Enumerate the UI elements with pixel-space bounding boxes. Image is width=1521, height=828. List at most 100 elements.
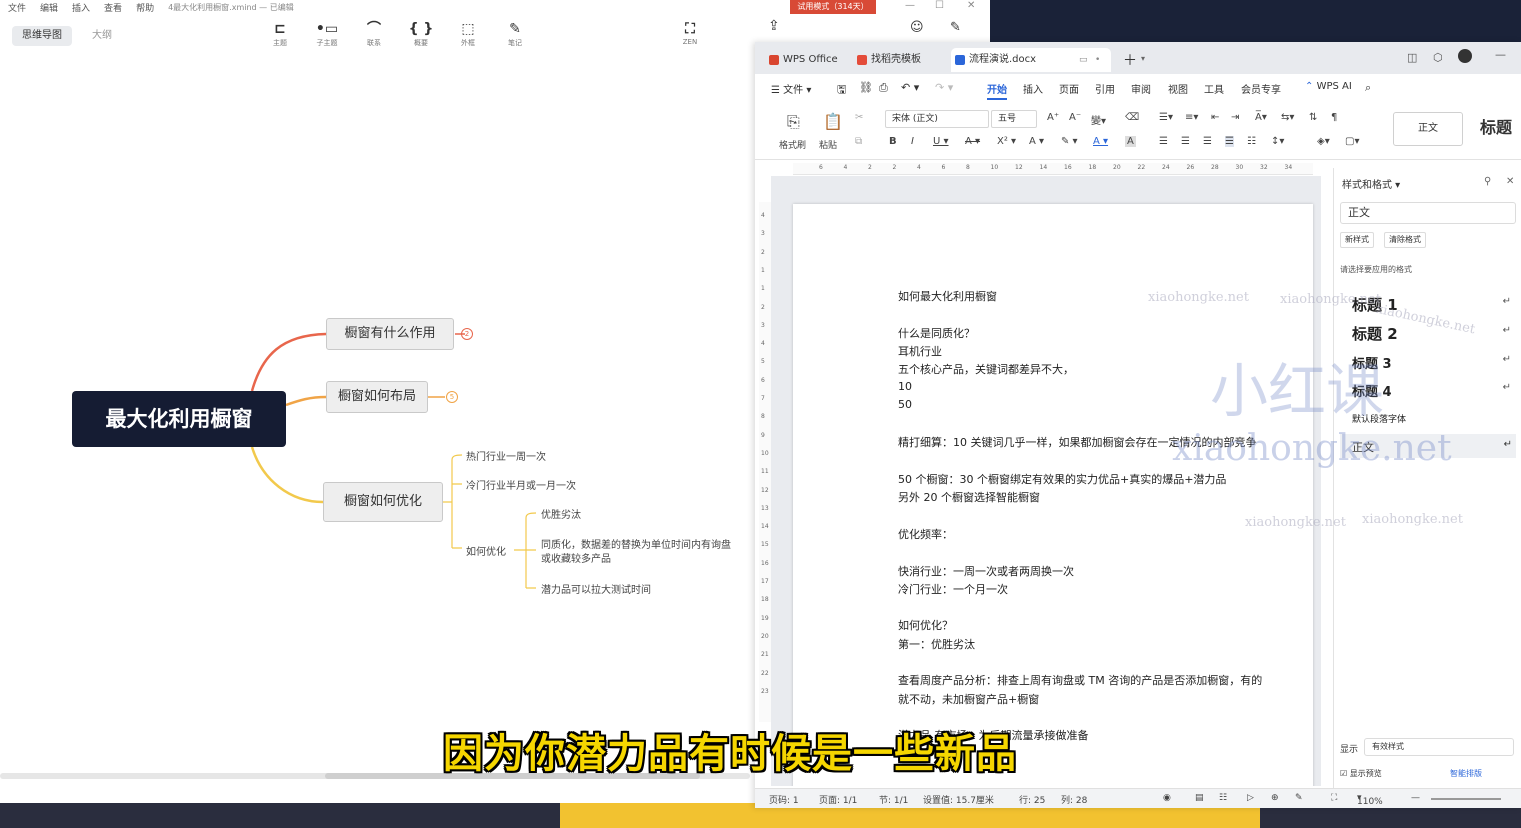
play-icon[interactable]: ▷ [1247, 793, 1254, 803]
status-section[interactable]: 节: 1/1 [879, 793, 908, 806]
document-line[interactable]: 10 [898, 380, 912, 393]
paste-button[interactable]: 粘贴 [819, 138, 837, 151]
topic-window-optimize[interactable]: 橱窗如何优化 [323, 482, 443, 522]
font-shrink-icon[interactable]: A⁻ [1069, 112, 1081, 123]
eye-icon[interactable]: ◉ [1163, 793, 1171, 803]
topic-window-layout[interactable]: 橱窗如何布局 [326, 381, 428, 413]
chevron-down-icon[interactable]: ▾ [1141, 54, 1145, 63]
underline-icon[interactable]: U ▾ [933, 136, 949, 147]
maximize-icon[interactable]: ☐ [935, 0, 944, 11]
menu-insert[interactable]: 插入 [1023, 81, 1043, 96]
document-line[interactable]: 什么是同质化？ [898, 325, 975, 341]
font-color-icon[interactable]: A ▾ [1093, 136, 1108, 147]
subtopic-hot[interactable]: 热门行业一周一次 [466, 448, 546, 463]
highlight-icon[interactable]: ✎ ▾ [1061, 136, 1078, 147]
pin-icon[interactable]: ✎ [950, 20, 961, 35]
page-view-icon[interactable]: ▤ [1195, 793, 1204, 803]
menu-member[interactable]: 会员专享 [1241, 81, 1281, 96]
menu-reference[interactable]: 引用 [1095, 81, 1115, 96]
document-line[interactable]: 如何优化？ [898, 617, 953, 633]
document-line[interactable]: 50 个橱窗：30 个橱窗绑定有效果的实力优品+真实的爆品+潜力品 [898, 471, 1226, 487]
tab-close-dot-icon[interactable]: • [1095, 48, 1100, 72]
document-line[interactable]: 查看周度产品分析：排查上周有询盘或 TM 咨询的产品是否添加橱窗，有的 [898, 672, 1262, 688]
copy-icon[interactable]: ⧉ [855, 136, 862, 147]
subtopic-leaf-replace-cont[interactable]: 或收藏较多产品 [541, 550, 611, 565]
styles-panel-title[interactable]: 样式和格式 ▾ [1342, 176, 1400, 191]
horizontal-ruler[interactable]: 6 4 2 2 4 6 8 10 12 14 16 18 20 22 24 26 28 30 32 34 [793, 163, 1313, 175]
indent-icon[interactable]: ⇥ [1231, 112, 1239, 123]
share-icon[interactable]: ⇪ [768, 18, 780, 34]
document-area[interactable]: 如何最大化利用橱窗 什么是同质化？ 耳机行业 五个核心产品，关键词都差异不大， 10 50… [771, 176, 1321, 786]
font-grow-icon[interactable]: A⁺ [1047, 112, 1059, 123]
menu-view[interactable]: 视图 [1168, 81, 1188, 96]
zoom-slider[interactable] [1431, 798, 1501, 800]
layout-icon[interactable]: ◫ [1407, 51, 1417, 64]
status-col[interactable]: 列: 28 [1061, 793, 1087, 806]
pen-icon[interactable]: ✎ [1295, 793, 1303, 803]
menu-home[interactable]: 开始 [987, 81, 1007, 100]
menu-review[interactable]: 审阅 [1131, 81, 1151, 96]
document-line[interactable]: 第一：优胜劣汰 [898, 636, 975, 652]
format-painter-icon[interactable]: ⎘ [787, 112, 800, 132]
format-painter-button[interactable]: 格式刷 [779, 138, 806, 151]
border-icon[interactable]: ▢▾ [1345, 136, 1359, 147]
document-line[interactable]: 快消行业：一周一次或者两周换一次 [898, 563, 1074, 579]
trial-badge[interactable]: 试用模式（314天） [790, 0, 876, 14]
central-topic[interactable]: 最大化利用橱窗 [72, 391, 286, 447]
tab-document[interactable]: 流程演说.docx ▭ • [951, 48, 1111, 72]
new-style-button[interactable]: 新样式 [1340, 232, 1374, 248]
outline-view-icon[interactable]: ☷ [1219, 793, 1227, 803]
cube-icon[interactable]: ⬡ [1433, 51, 1443, 64]
style-heading-2[interactable]: 标题 2 [1352, 323, 1398, 344]
tab-template[interactable]: 找稻壳模板 [853, 48, 921, 72]
mindmap-canvas[interactable]: 最大化利用橱窗 橱窗有什么作用 2 橱窗如何布局 5 橱窗如何优化 热门行业一周… [0, 0, 760, 779]
redo-icon[interactable]: ↷ ▾ [935, 81, 953, 94]
superscript-icon[interactable]: X² ▾ [997, 136, 1016, 147]
justify-icon[interactable]: ☰ [1225, 136, 1234, 147]
status-setting[interactable]: 设置值: 15.7厘米 [923, 793, 994, 806]
text-direction-icon[interactable]: ⇆▾ [1281, 112, 1294, 123]
align-left-icon[interactable]: ☰ [1159, 136, 1168, 147]
bullet-list-icon[interactable]: ☰▾ [1159, 112, 1173, 123]
topic-window-function[interactable]: 橱窗有什么作用 [326, 318, 454, 350]
clear-format-button[interactable]: 清除格式 [1384, 232, 1426, 248]
style-normal-button[interactable]: 正文 [1393, 112, 1463, 146]
subtopic-cold[interactable]: 冷门行业半月或一月一次 [466, 477, 576, 492]
vertical-ruler[interactable]: 4 3 2 1 1 2 3 4 5 6 7 8 9 10 11 12 13 14 15 16 17 18 19 20 21 22 2… [759, 202, 771, 722]
align-right-icon[interactable]: ☰ [1203, 136, 1212, 147]
sort-icon[interactable]: ⇅ [1309, 112, 1317, 123]
numbered-list-icon[interactable]: ≡▾ [1185, 112, 1198, 123]
pinyin-icon[interactable]: 變▾ [1091, 112, 1106, 127]
preview-checkbox[interactable]: ☑ 显示预览 [1340, 768, 1382, 779]
document-line[interactable]: 50 [898, 398, 912, 411]
subtopic-leaf-survival[interactable]: 优胜劣汰 [541, 506, 581, 521]
text-effect-icon[interactable]: A ▾ [1029, 136, 1044, 147]
monitor-icon[interactable]: ▭ [1079, 48, 1088, 72]
search-icon[interactable]: ⌕ [1365, 81, 1371, 95]
smart-layout-link[interactable]: 智能排版 [1450, 768, 1482, 779]
style-heading-button[interactable]: 标题 [1471, 112, 1521, 146]
tab-wps-office[interactable]: WPS Office [765, 48, 838, 72]
minimize-icon[interactable]: — [1495, 48, 1506, 61]
topic-count-badge[interactable]: 2 [461, 328, 473, 340]
italic-icon[interactable]: I [911, 136, 914, 147]
chinese-layout-icon[interactable]: A̅▾ [1255, 112, 1267, 123]
document-line[interactable]: 耳机行业 [898, 343, 942, 359]
menu-wps-ai[interactable]: ⌃ WPS AI [1305, 81, 1352, 92]
status-row[interactable]: 行: 25 [1019, 793, 1045, 806]
fit-icon[interactable]: ⛶ [1331, 793, 1337, 803]
clear-format-icon[interactable]: ⌫ [1125, 112, 1139, 123]
font-size-select[interactable]: 五号 [991, 110, 1037, 128]
current-style-field[interactable]: 正文 [1340, 202, 1516, 224]
document-line[interactable]: 如何最大化利用橱窗 [898, 288, 997, 304]
close-icon[interactable]: ✕ [1506, 176, 1514, 187]
topic-count-badge[interactable]: 5 [446, 391, 458, 403]
emoji-icon[interactable]: ☺ [910, 20, 924, 35]
subtopic-leaf-potential[interactable]: 潜力品可以拉大测试时间 [541, 581, 651, 596]
font-family-select[interactable]: 宋体 (正文) [885, 110, 989, 128]
menu-tools[interactable]: 工具 [1204, 81, 1224, 96]
document-line[interactable]: 另外 20 个橱窗选择智能橱窗 [898, 489, 1040, 505]
cut-icon[interactable]: ✂ [855, 112, 863, 123]
undo-icon[interactable]: ↶ ▾ [901, 81, 919, 94]
close-icon[interactable]: ✕ [967, 0, 975, 11]
